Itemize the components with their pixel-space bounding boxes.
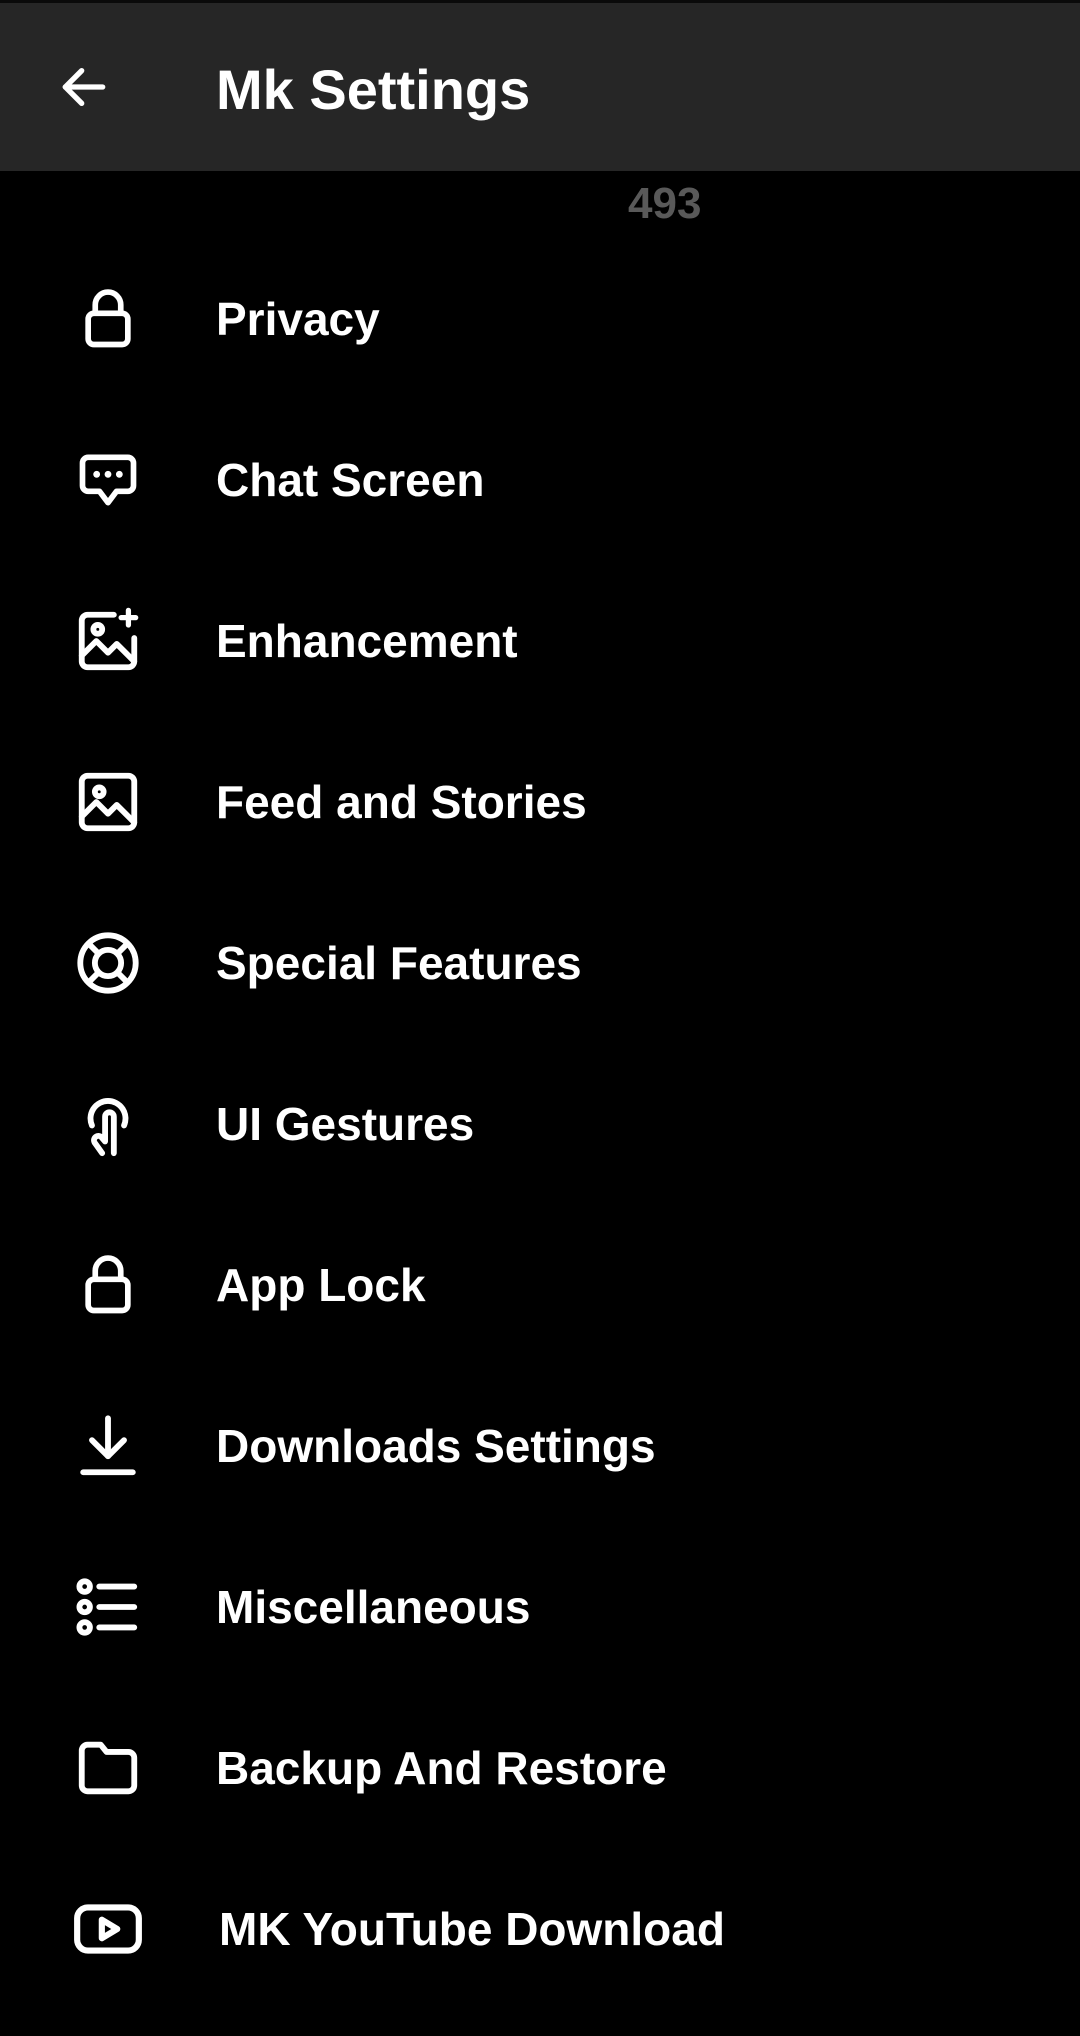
menu-item-label: Privacy xyxy=(216,292,380,345)
menu-item-mk-youtube-download[interactable]: MK YouTube Download xyxy=(0,1848,1080,2009)
lifebuoy-icon xyxy=(68,923,148,1003)
menu-item-ui-gestures[interactable]: UI Gestures xyxy=(0,1043,1080,1204)
arrow-left-icon xyxy=(56,59,112,115)
settings-menu: Privacy Chat Screen Enhancement Feed and… xyxy=(0,238,1080,2009)
menu-item-label: Backup And Restore xyxy=(216,1741,667,1794)
menu-item-enhancement[interactable]: Enhancement xyxy=(0,560,1080,721)
app-bar: Mk Settings xyxy=(0,3,1080,171)
image-icon xyxy=(68,762,148,842)
list-icon xyxy=(68,1567,148,1647)
menu-item-backup-and-restore[interactable]: Backup And Restore xyxy=(0,1687,1080,1848)
menu-item-special-features[interactable]: Special Features xyxy=(0,882,1080,1043)
menu-item-chat-screen[interactable]: Chat Screen xyxy=(0,399,1080,560)
folder-icon xyxy=(68,1728,148,1808)
download-icon xyxy=(68,1406,148,1486)
menu-item-feed-and-stories[interactable]: Feed and Stories xyxy=(0,721,1080,882)
menu-item-label: Downloads Settings xyxy=(216,1419,656,1472)
partial-number-text: 493 xyxy=(628,179,702,228)
menu-item-privacy[interactable]: Privacy xyxy=(0,238,1080,399)
back-button[interactable] xyxy=(44,47,124,127)
menu-item-label: Enhancement xyxy=(216,614,518,667)
menu-item-label: App Lock xyxy=(216,1258,426,1311)
menu-item-label: Miscellaneous xyxy=(216,1580,531,1633)
image-sparkle-icon xyxy=(68,601,148,681)
menu-item-miscellaneous[interactable]: Miscellaneous xyxy=(0,1526,1080,1687)
menu-item-app-lock[interactable]: App Lock xyxy=(0,1204,1080,1365)
youtube-play-icon xyxy=(68,1889,148,1969)
menu-item-label: Special Features xyxy=(216,936,582,989)
chat-bubble-icon xyxy=(68,440,148,520)
tap-gesture-icon xyxy=(68,1084,148,1164)
menu-item-downloads-settings[interactable]: Downloads Settings xyxy=(0,1365,1080,1526)
page-title: Mk Settings xyxy=(216,58,531,121)
lock-icon xyxy=(68,1245,148,1325)
menu-item-label: UI Gestures xyxy=(216,1097,475,1150)
menu-item-label: MK YouTube Download xyxy=(219,1902,725,1955)
lock-icon xyxy=(68,279,148,359)
menu-item-label: Chat Screen xyxy=(216,453,485,506)
menu-item-label: Feed and Stories xyxy=(216,775,587,828)
